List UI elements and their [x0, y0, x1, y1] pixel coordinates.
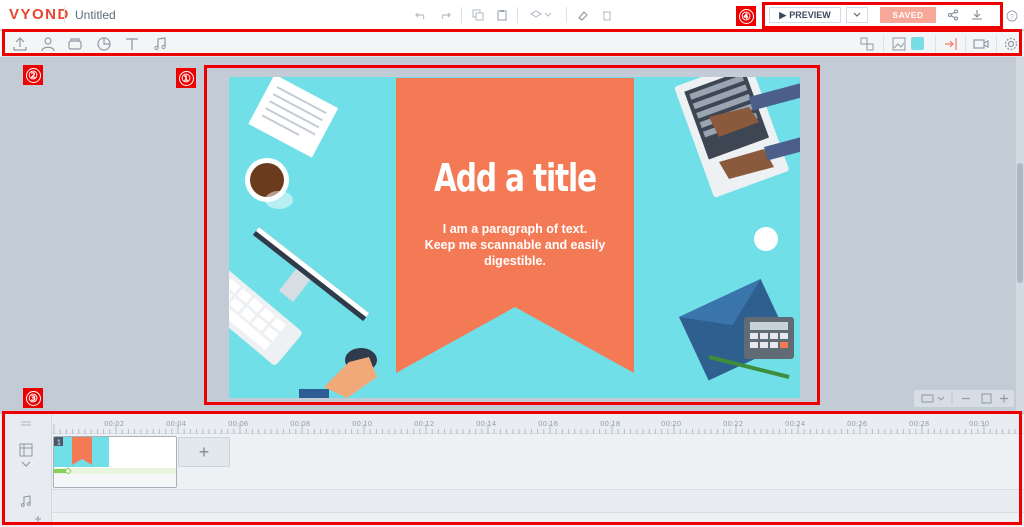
header-actions-highlight — [762, 2, 1003, 29]
divider — [566, 7, 567, 23]
divider — [461, 7, 462, 23]
layers-icon[interactable] — [529, 8, 553, 22]
svg-text:?: ? — [1010, 14, 1014, 21]
marker-4: ④ — [736, 6, 756, 26]
divider — [64, 7, 65, 23]
canvas-highlight — [204, 65, 820, 405]
marker-3: ③ — [23, 388, 43, 408]
toolbar-highlight — [2, 29, 1022, 56]
paint-icon[interactable] — [576, 8, 590, 22]
scrollbar-thumb[interactable] — [1017, 163, 1023, 283]
copy-icon[interactable] — [471, 8, 485, 22]
marker-1: ① — [176, 68, 196, 88]
timeline-highlight — [2, 411, 1022, 525]
undo-icon[interactable] — [414, 8, 428, 22]
vyond-logo: VYOND — [9, 6, 70, 23]
trash-icon[interactable] — [600, 8, 614, 22]
redo-icon[interactable] — [438, 8, 452, 22]
help-icon[interactable]: ? — [1005, 9, 1018, 22]
marker-2: ② — [23, 65, 43, 85]
vyond-studio-window: VYOND Untitled ▶ PREVIEW SAVED ? Add a t… — [0, 0, 1024, 527]
paste-icon[interactable] — [495, 8, 509, 22]
document-title[interactable]: Untitled — [75, 8, 116, 22]
zoom-controls[interactable] — [914, 390, 1014, 407]
divider — [517, 7, 518, 23]
